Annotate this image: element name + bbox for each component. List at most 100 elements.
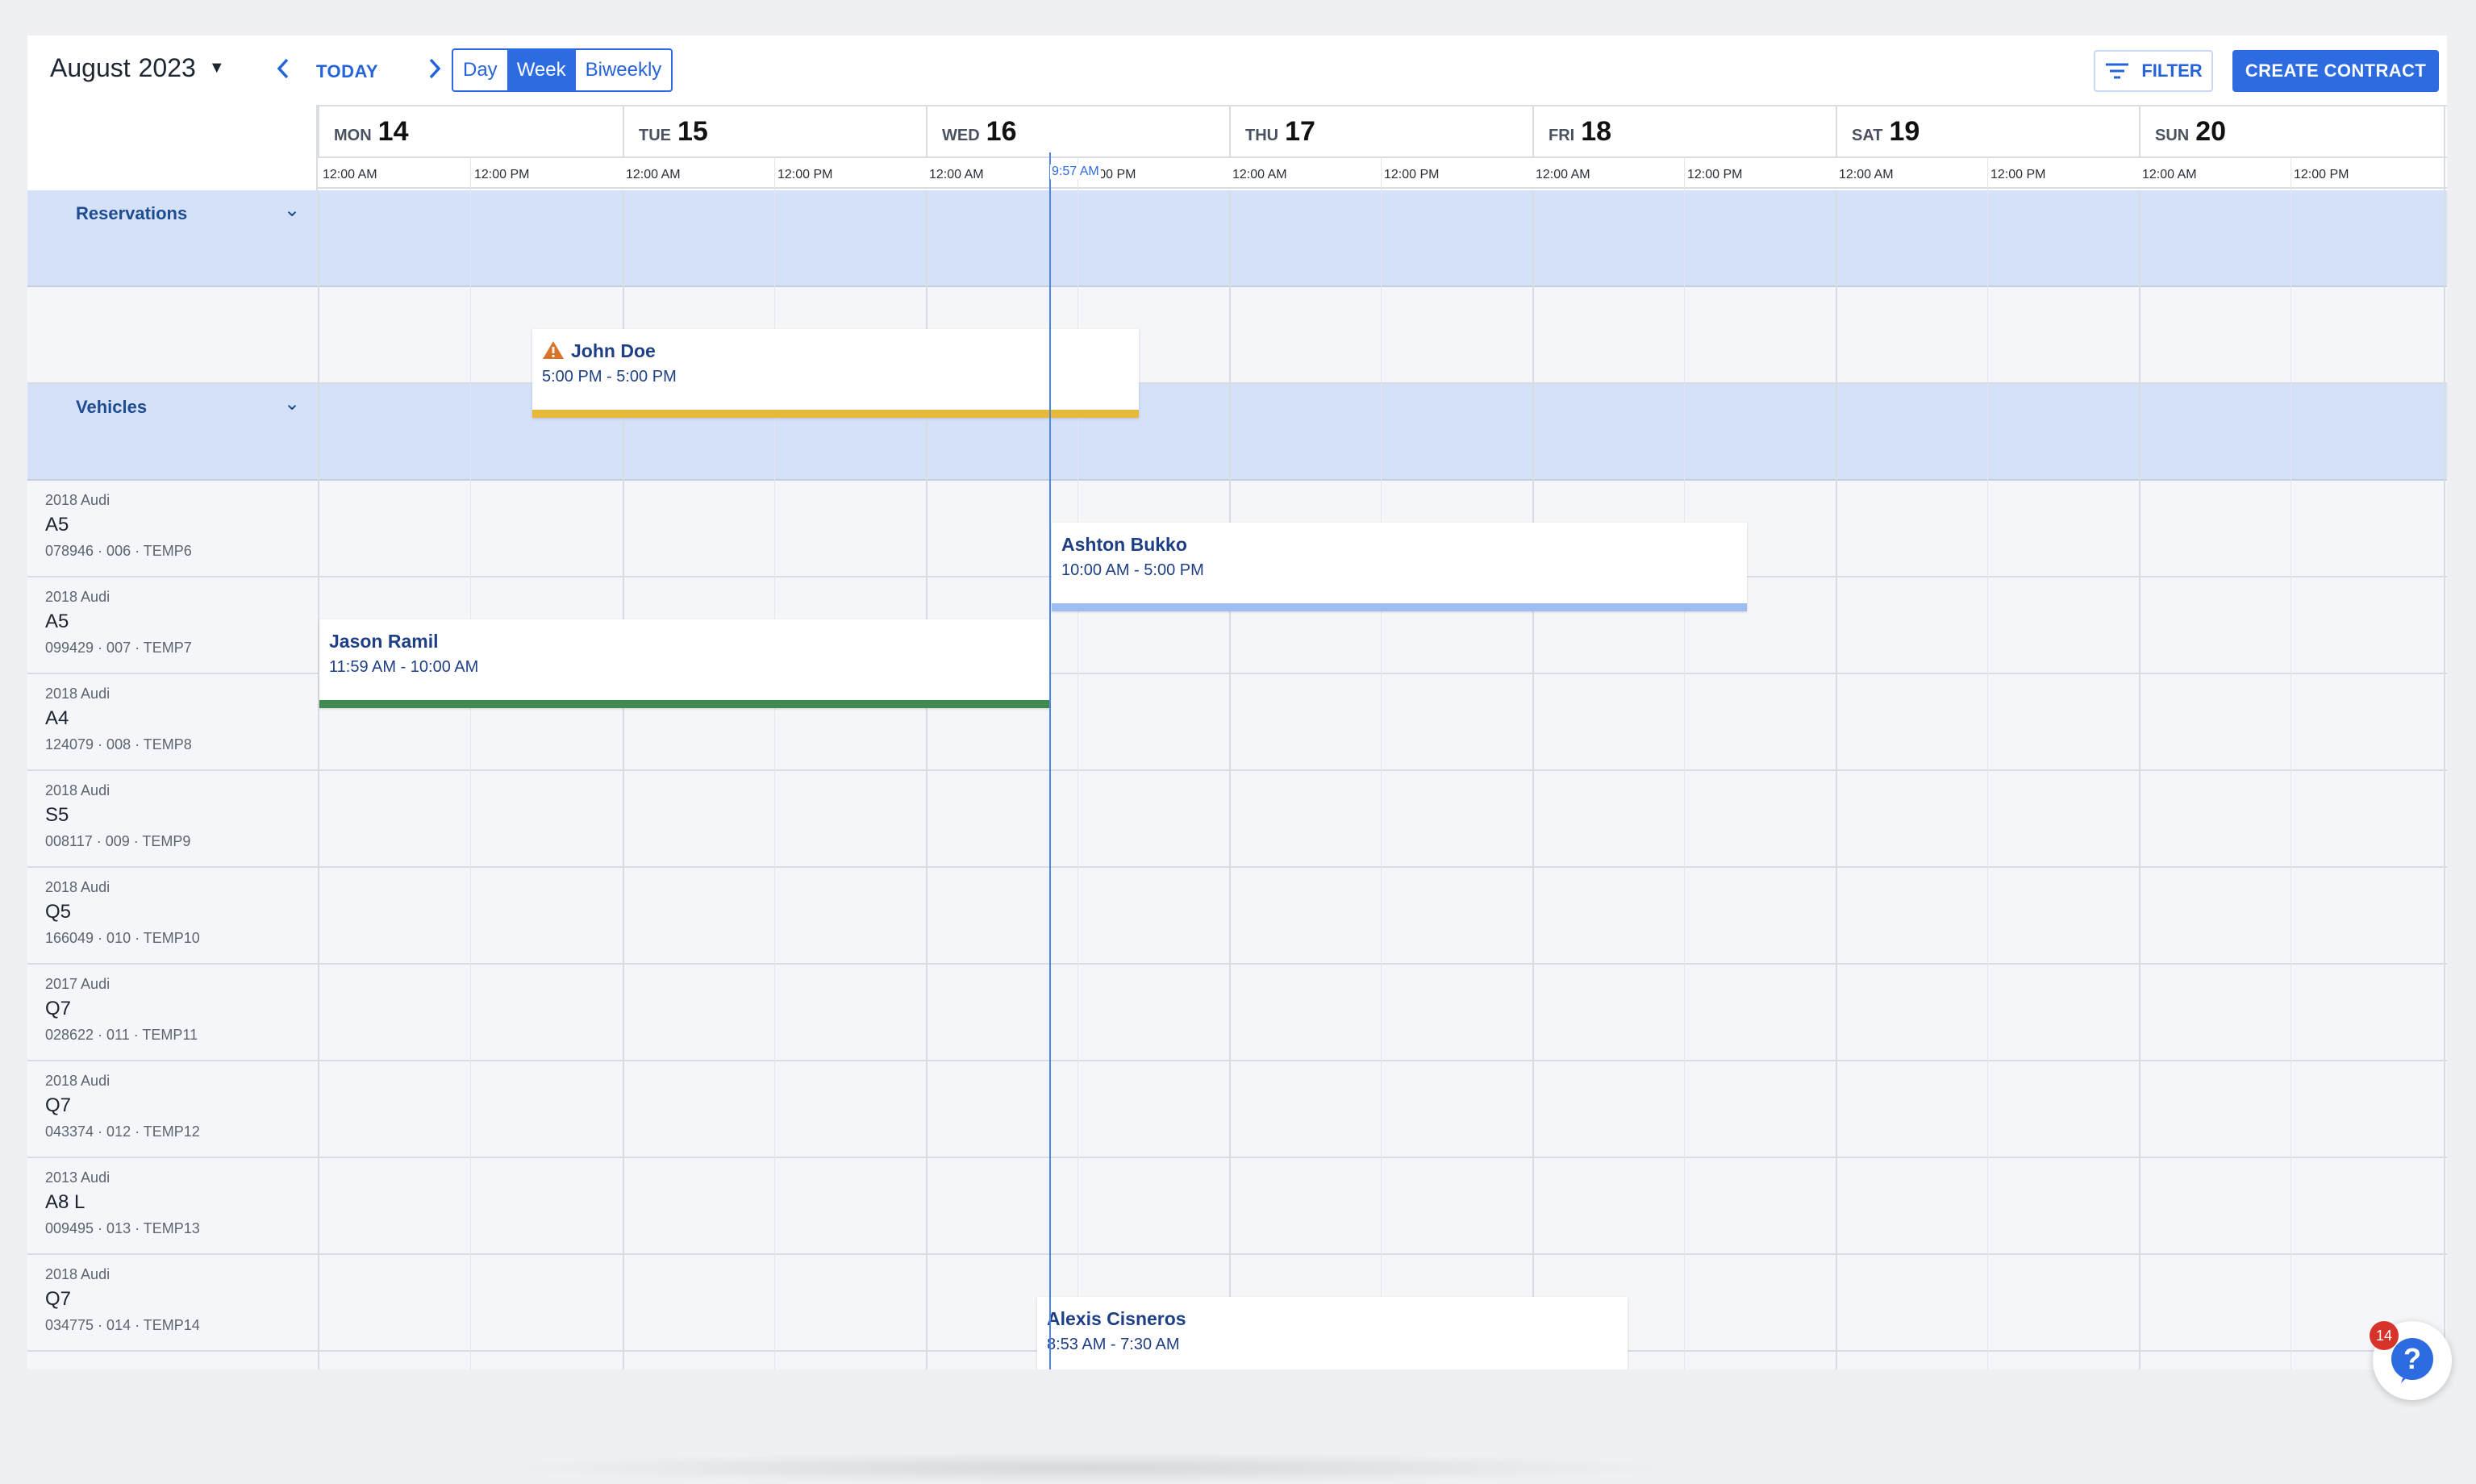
group-row-reservations: Reservations ⌄ [27, 190, 2447, 287]
chevron-down-icon[interactable]: ⌄ [284, 392, 300, 415]
day-header-mon[interactable]: MON 14 [318, 105, 623, 156]
vehicle-row[interactable]: 2013 Audi A8 L 009495 · 013 · TEMP13 [27, 1158, 2447, 1255]
vehicle-meta: 008117 · 009 · TEMP9 [45, 833, 191, 849]
vehicle-year: 2018 Audi [45, 589, 110, 605]
time-label: 12:00 PM [1990, 168, 2046, 181]
toolbar: August 2023 ▼ TODAY Day Week Biweekly FI… [27, 35, 2447, 105]
event-time: 10:00 AM - 5:00 PM [1061, 561, 1204, 579]
time-label: 12:00 PM [1384, 168, 1440, 181]
day-date: 15 [677, 115, 708, 147]
vehicle-year: 2018 Audi [45, 879, 110, 895]
day-date: 17 [1285, 115, 1315, 147]
event-card-alexis-cisneros[interactable]: Alexis Cisneros 8:53 AM - 7:30 AM [1037, 1297, 1628, 1369]
time-label: 12:00 AM [929, 168, 984, 181]
vehicle-year: 2018 Audi [45, 1073, 110, 1089]
day-header-sat[interactable]: SAT 19 [1836, 105, 2139, 156]
year-label: 2023 [138, 53, 196, 82]
day-header-sun[interactable]: SUN 20 [2139, 105, 2447, 156]
day-name: MON [334, 126, 372, 144]
half-day-gridline [470, 156, 471, 1369]
vehicle-row[interactable]: 2017 Audi Q7 028622 · 011 · TEMP11 [27, 965, 2447, 1061]
month-label: August [50, 53, 131, 82]
day-header-fri[interactable]: FRI 18 [1532, 105, 1836, 156]
calendar-grid: MON 14 TUE 15 WED 16 THU 17 FRI 18 SAT 19 SUN 2… [27, 105, 2447, 1369]
half-day-gridline [1684, 156, 1685, 1369]
day-header-thu[interactable]: THU 17 [1229, 105, 1532, 156]
reservation-row[interactable] [27, 287, 2447, 384]
day-name: TUE [639, 126, 671, 144]
vehicle-model: S5 [45, 804, 69, 826]
event-status-bar [319, 700, 1050, 708]
vehicle-row[interactable]: 2018 Audi Q7 043374 · 012 · TEMP12 [27, 1061, 2447, 1158]
view-biweekly-button[interactable]: Biweekly [576, 50, 672, 90]
event-name: Alexis Cisneros [1047, 1308, 1186, 1329]
current-time-label: 9:57 AM [1050, 165, 1101, 179]
time-label: 12:00 AM [1536, 168, 1590, 181]
event-card-ashton-bukko[interactable]: Ashton Bukko 10:00 AM - 5:00 PM [1052, 523, 1747, 611]
chevron-right-icon [429, 58, 441, 79]
svg-text:?: ? [2403, 1342, 2421, 1375]
create-contract-button[interactable]: CREATE CONTRACT [2232, 50, 2439, 92]
group-row-vehicles: Vehicles ⌄ [27, 384, 2447, 481]
vehicle-meta: 166049 · 010 · TEMP10 [45, 930, 200, 946]
current-time-line [1049, 152, 1051, 1369]
filter-label: FILTER [2141, 60, 2203, 81]
vehicle-model: A5 [45, 611, 69, 632]
day-gridline [1836, 190, 1837, 1369]
group-label: Reservations [76, 203, 188, 223]
vehicle-row[interactable]: 2018 Audi Q5 166049 · 010 · TEMP10 [27, 868, 2447, 965]
vehicle-meta: 034775 · 014 · TEMP14 [45, 1317, 200, 1333]
event-status-bar [1052, 603, 1747, 611]
vehicle-row[interactable]: 2018 Audi S5 008117 · 009 · TEMP9 [27, 771, 2447, 868]
right-border [2444, 105, 2445, 1369]
vehicle-model: Q5 [45, 901, 72, 923]
vehicle-model: A5 [45, 514, 69, 536]
vehicle-year: 2018 Audi [45, 782, 110, 798]
vehicle-year: 2017 Audi [45, 976, 110, 992]
vehicle-year: 2013 Audi [45, 1169, 110, 1186]
day-date: 19 [1889, 115, 1920, 147]
day-header-tue[interactable]: TUE 15 [623, 105, 926, 156]
vehicle-year: 2018 Audi [45, 1266, 110, 1282]
vehicle-meta: 009495 · 013 · TEMP13 [45, 1220, 200, 1236]
view-toggle: Day Week Biweekly [452, 48, 673, 92]
vehicle-meta: 124079 · 008 · TEMP8 [45, 736, 192, 752]
time-label: 12:00 AM [323, 168, 377, 181]
previous-week-button[interactable] [274, 56, 292, 85]
time-label: 12:00 AM [1232, 168, 1287, 181]
event-name: Ashton Bukko [1061, 534, 1187, 555]
event-card-john-doe[interactable]: John Doe 5:00 PM - 5:00 PM [532, 329, 1139, 418]
event-time: 11:59 AM - 10:00 AM [329, 658, 479, 676]
half-day-gridline [1381, 156, 1382, 1369]
time-label: 12:00 AM [2142, 168, 2197, 181]
day-header-wed[interactable]: WED 16 [926, 105, 1229, 156]
half-day-gridline [1987, 156, 1988, 1369]
event-name: John Doe [542, 340, 656, 362]
chevron-down-icon[interactable]: ⌄ [284, 198, 300, 222]
day-gridline [318, 190, 319, 1369]
event-name: Jason Ramil [329, 631, 439, 652]
today-button[interactable]: TODAY [316, 61, 378, 82]
vehicle-model: A8 L [45, 1191, 85, 1213]
day-gridline [1532, 190, 1534, 1369]
next-week-button[interactable] [426, 56, 444, 85]
event-card-jason-ramil[interactable]: Jason Ramil 11:59 AM - 10:00 AM [319, 619, 1050, 708]
vehicle-meta: 043374 · 012 · TEMP12 [45, 1123, 200, 1140]
vehicle-meta: 028622 · 011 · TEMP11 [45, 1027, 198, 1043]
time-label: 12:00 PM [2294, 168, 2349, 181]
day-name: FRI [1549, 126, 1575, 144]
filter-icon [2106, 63, 2129, 79]
day-gridline [1229, 190, 1231, 1369]
view-day-button[interactable]: Day [453, 50, 507, 90]
notification-badge: 14 [2370, 1321, 2399, 1350]
vehicle-model: A4 [45, 707, 69, 729]
filter-button[interactable]: FILTER [2094, 50, 2213, 92]
scheduler-app: August 2023 ▼ TODAY Day Week Biweekly FI… [27, 35, 2447, 1369]
month-picker[interactable]: August 2023 ▼ [50, 53, 225, 83]
vehicle-model: Q7 [45, 998, 72, 1019]
view-week-button[interactable]: Week [506, 50, 576, 90]
vehicle-model: Q7 [45, 1288, 72, 1310]
group-label: Vehicles [76, 397, 148, 417]
vehicle-year: 2018 Audi [45, 686, 110, 702]
day-date: 18 [1581, 115, 1612, 147]
